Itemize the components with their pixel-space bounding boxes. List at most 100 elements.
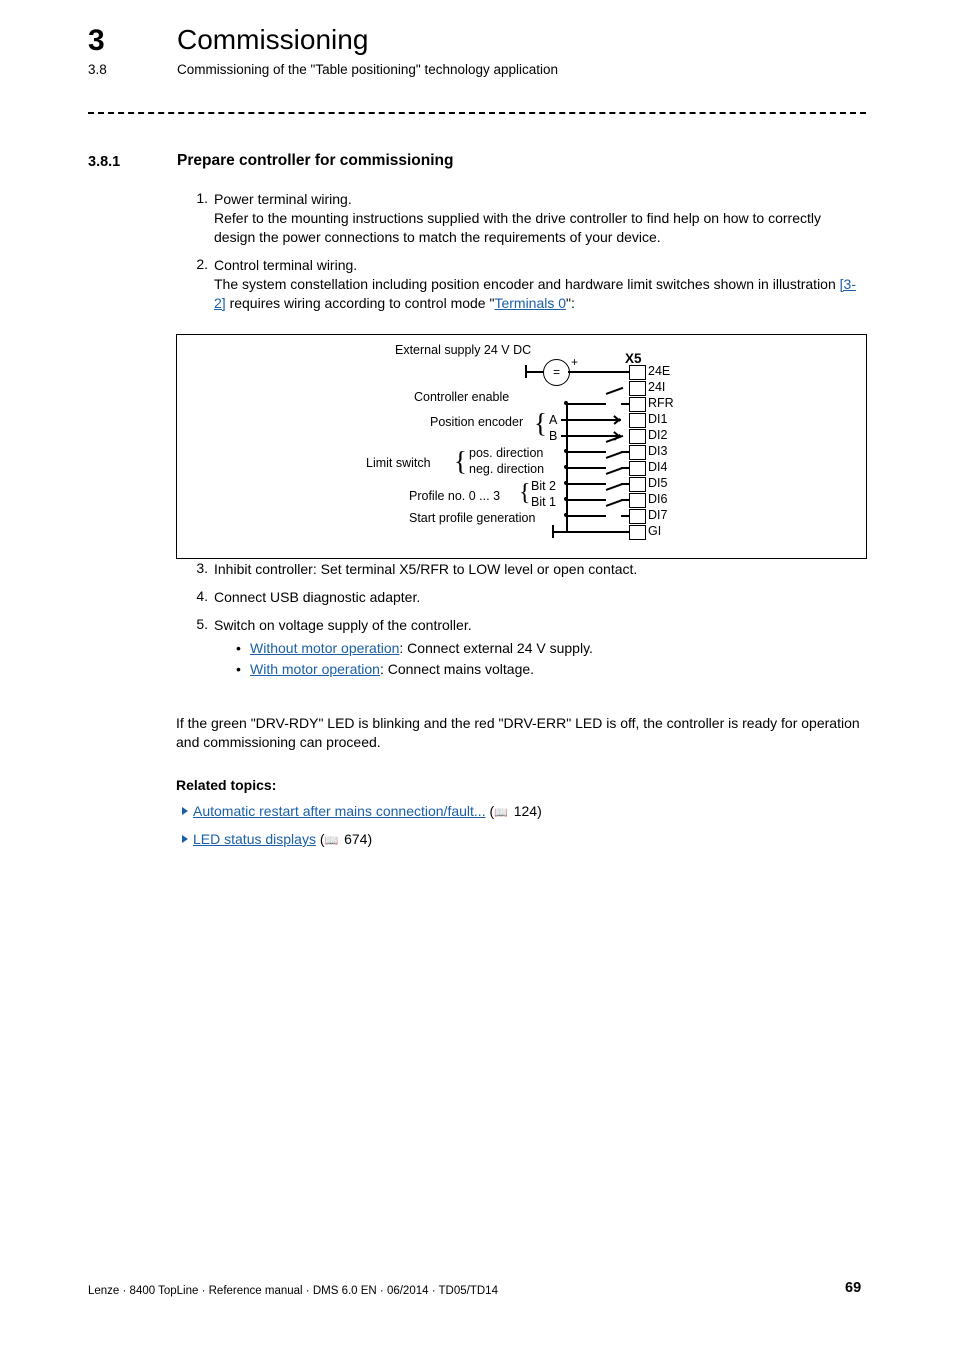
wire-di7 [566,515,606,517]
step-4-number: 4. [196,588,208,604]
wire-di2 [561,435,621,437]
terminal-box-di4[interactable] [629,461,646,476]
step-1-title: Power terminal wiring. [214,191,352,207]
terminal-box-gi[interactable] [629,525,646,540]
label-encoder-a: A [549,413,558,427]
steps-list-continued: 3. Inhibit controller: Set terminal X5/R… [186,560,876,682]
terminal-box-di2[interactable] [629,429,646,444]
wire-rfr-to-term [621,403,630,405]
terminal-name-di1: DI1 [648,412,668,426]
step-2-title: Control terminal wiring. [214,257,358,273]
with-motor-operation-link[interactable]: With motor operation [250,661,380,677]
terminal-box-di3[interactable] [629,445,646,460]
section-title: Commissioning of the "Table positioning"… [177,62,559,77]
footer-text: Lenze · 8400 TopLine · Reference manual … [88,1285,498,1297]
terminal-name-di3: DI3 [648,444,668,458]
terminal-box-di7[interactable] [629,509,646,524]
wire-di3 [566,451,606,453]
label-pos-direction: pos. direction [469,446,544,460]
step-2-body-c: ": [566,295,575,311]
terminal-name-di4: DI4 [648,460,668,474]
terminal-box-24i[interactable] [629,381,646,396]
label-bit-2: Bit 2 [531,479,557,493]
step-5-bullet-1: Without motor operation: Connect externa… [232,638,876,659]
terminal-box-di6[interactable] [629,493,646,508]
without-motor-operation-text: : Connect external 24 V supply. [399,640,593,656]
terminal-name-24i: 24I [648,380,666,394]
triangle-bullet-icon [182,835,188,843]
page-number: 69 [845,1280,862,1296]
wire-supply-to-24e [568,371,630,373]
step-5-bullet-2: With motor operation: Connect mains volt… [232,659,876,680]
supply-symbol-icon: = [543,359,570,386]
step-1-body: Refer to the mounting instructions suppl… [214,210,821,245]
related-page-number-1: 124 [513,803,538,819]
switch-di6 [605,482,624,491]
without-motor-operation-link[interactable]: Without motor operation [250,640,399,656]
step-5-bullet-list: Without motor operation: Connect externa… [232,638,876,680]
terminal-box-di1[interactable] [629,413,646,428]
chapter-title: Commissioning [177,24,369,55]
terminal-name-rfr: RFR [648,396,674,410]
step-2-body: The system constellation including posit… [214,275,866,313]
related-topics-heading: Related topics: [176,777,277,793]
book-icon: 📖 [494,807,508,819]
label-neg-direction: neg. direction [469,462,545,476]
step-2: 2. Control terminal wiring. The system c… [186,256,866,313]
related-page-ref-1: (📖 124) [489,803,542,819]
wire-di7-to-term [621,515,630,517]
terminal-box-di5[interactable] [629,477,646,492]
subsection-number: 3.8.1 [88,154,121,170]
wire-gi-stub [552,531,567,533]
step-1: 1. Power terminal wiring. Refer to the m… [186,190,866,247]
step-5-title: Switch on voltage supply of the controll… [214,617,472,633]
wire-supply-left [525,371,544,373]
figure-connector-label: X5 [625,351,642,366]
related-link-led-status-displays[interactable]: LED status displays [193,831,316,847]
step-2-body-b: requires wiring according to control mod… [225,295,495,311]
terminal-box-24e[interactable] [629,365,646,380]
supply-plus-sign: + [571,355,579,369]
label-position-encoder: Position encoder [430,415,524,429]
terminal-box-rfr[interactable] [629,397,646,412]
label-profile-number: Profile no. 0 ... 3 [409,489,501,503]
related-link-automatic-restart[interactable]: Automatic restart after mains connection… [193,803,486,819]
terminal-name-di6: DI6 [648,492,668,506]
terminal-name-24e: 24E [648,364,671,378]
step-2-number: 2. [196,256,208,272]
step-3: 3. Inhibit controller: Set terminal X5/R… [186,560,876,579]
label-controller-enable: Controller enable [414,390,510,404]
label-encoder-b: B [549,429,558,443]
section-number: 3.8 [88,62,107,77]
closing-paragraph: If the green "DRV-RDY" LED is blinking a… [176,715,860,750]
wire-rfr-horiz [566,403,606,405]
subsection-title: Prepare controller for commissioning [177,152,454,169]
step-4-title: Connect USB diagnostic adapter. [214,589,421,605]
triangle-bullet-icon [182,807,188,815]
wire-di5 [566,483,606,485]
wire-di6 [566,499,606,501]
terminals-0-link[interactable]: Terminals 0 [494,295,566,311]
wire-di1 [561,419,621,421]
step-5: 5. Switch on voltage supply of the contr… [186,616,876,680]
terminal-name-di2: DI2 [648,428,668,442]
terminal-name-di7: DI7 [648,508,668,522]
terminal-name-gi: GI [648,524,662,538]
step-2-body-a: The system constellation including posit… [214,276,840,292]
related-topic-1: Automatic restart after mains connection… [182,803,542,819]
brace-limit-switch: { [454,446,467,476]
switch-di5 [605,466,624,475]
with-motor-operation-text: : Connect mains voltage. [379,661,535,677]
step-3-number: 3. [196,560,208,576]
related-page-number-2: 674 [344,831,368,847]
header-divider [88,112,866,114]
wiring-diagram-figure: External supply 24 V DC X5 = + 24E 24I R… [176,334,867,559]
brace-profile-bits: { [519,480,531,506]
related-page-ref-2: (📖 674) [319,831,373,847]
switch-rfr [605,386,624,395]
book-icon: 📖 [324,835,339,847]
switch-di4 [605,450,624,459]
label-bit-1: Bit 1 [531,495,557,509]
step-3-title: Inhibit controller: Set terminal X5/RFR … [214,561,638,577]
wire-di4 [566,467,606,469]
